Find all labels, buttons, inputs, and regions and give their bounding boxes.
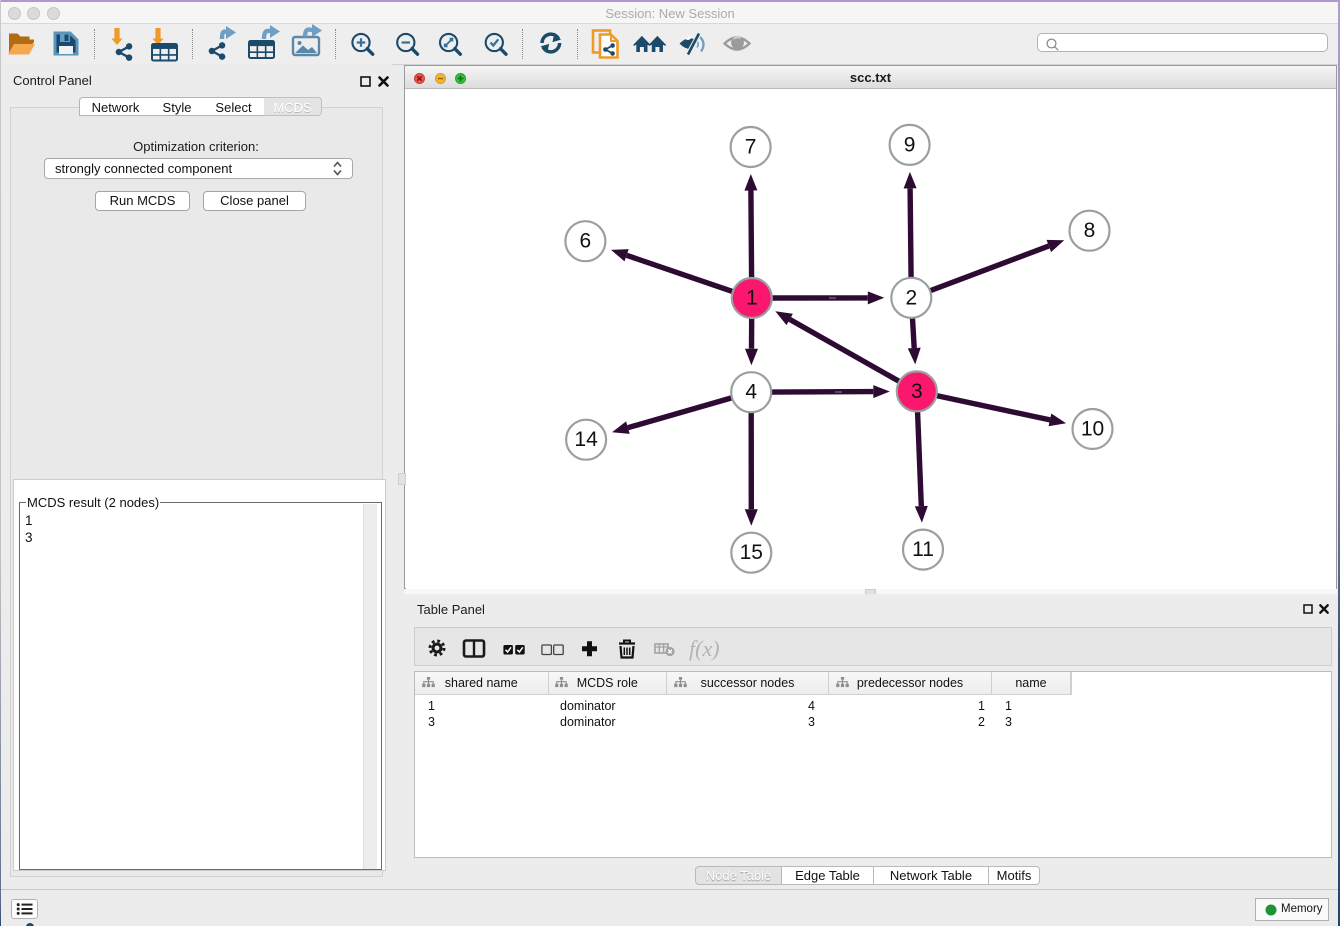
svg-text:3: 3 xyxy=(911,380,923,403)
svg-text:11: 11 xyxy=(912,538,934,561)
svg-text:9: 9 xyxy=(904,133,916,156)
svg-text:10: 10 xyxy=(1081,418,1104,441)
svg-text:2: 2 xyxy=(905,286,917,309)
svg-text:4: 4 xyxy=(745,381,757,404)
svg-text:6: 6 xyxy=(580,230,592,253)
svg-text:7: 7 xyxy=(745,136,757,159)
svg-text:1: 1 xyxy=(746,287,758,310)
svg-text:8: 8 xyxy=(1084,219,1096,242)
svg-text:15: 15 xyxy=(740,541,763,564)
svg-text:f(x): f(x) xyxy=(689,636,720,661)
svg-text:14: 14 xyxy=(574,428,598,451)
